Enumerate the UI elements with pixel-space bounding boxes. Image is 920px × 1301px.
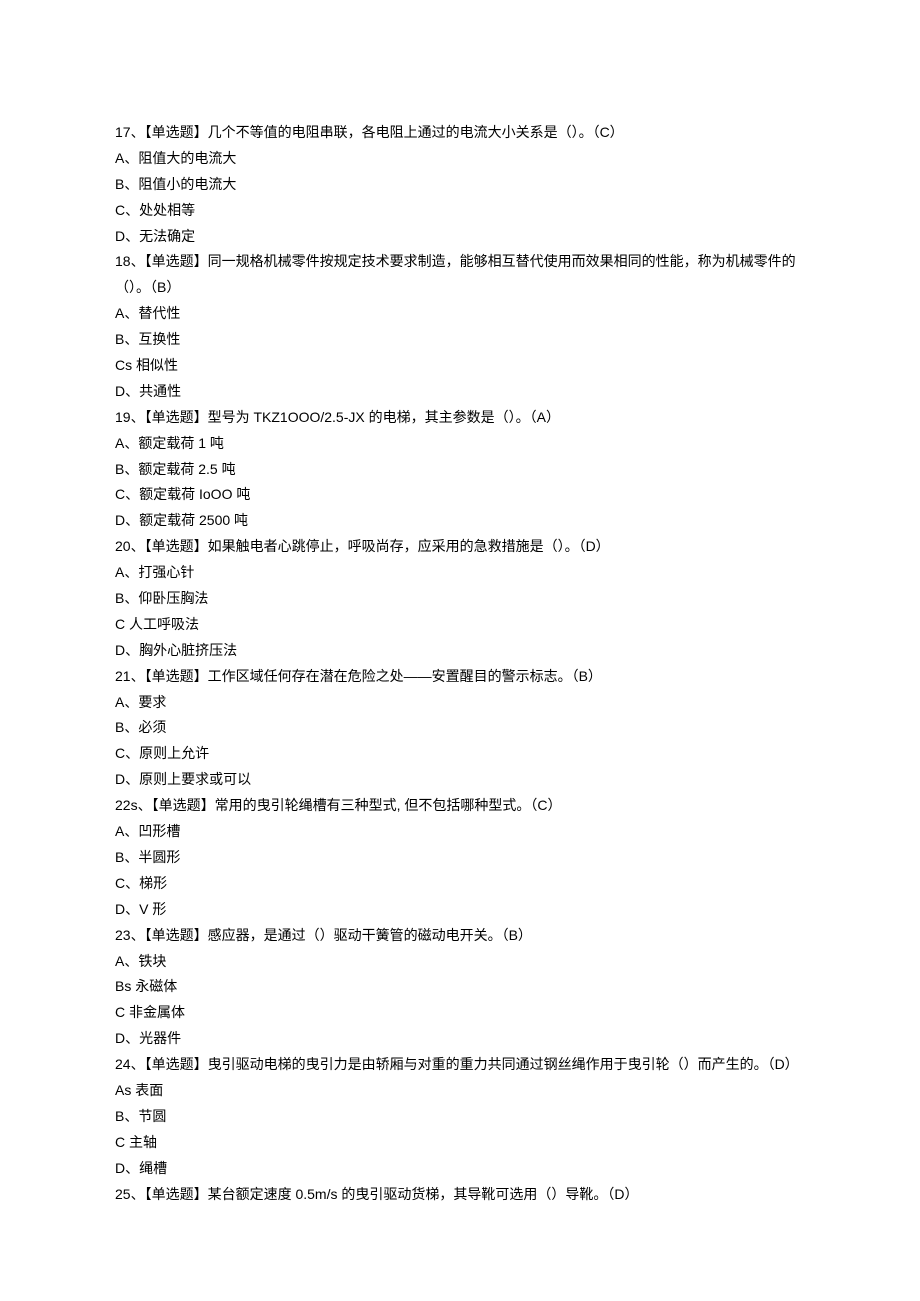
question-block: 25、【单选题】某台额定速度 0.5m/s 的曳引驱动货梯，其导靴可选用（）导靴… bbox=[115, 1182, 805, 1208]
option: C、额定载荷 IoOO 吨 bbox=[115, 482, 805, 508]
question-block: 24、【单选题】曳引驱动电梯的曳引力是由轿厢与对重的重力共同通过钢丝绳作用于曳引… bbox=[115, 1052, 805, 1181]
question-text: 【单选题】常用的曳引轮绳槽有三种型式, 但不包括哪种型式。（C） bbox=[152, 797, 562, 813]
option: D、额定载荷 2500 吨 bbox=[115, 508, 805, 534]
question-separator: 、 bbox=[131, 409, 145, 425]
option: D、无法确定 bbox=[115, 224, 805, 250]
option: As 表面 bbox=[115, 1078, 805, 1104]
option: C、处处相等 bbox=[115, 198, 805, 224]
questions-list: 17、【单选题】几个不等值的电阻串联，各电阻上通过的电流大小关系是（）。（C）A… bbox=[115, 120, 805, 1207]
option: B、互换性 bbox=[115, 327, 805, 353]
option: A、要求 bbox=[115, 690, 805, 716]
option: C 非金属体 bbox=[115, 1000, 805, 1026]
option: Cs 相似性 bbox=[115, 353, 805, 379]
option: D、光器件 bbox=[115, 1026, 805, 1052]
question-text: 【单选题】曳引驱动电梯的曳引力是由轿厢与对重的重力共同通过钢丝绳作用于曳引轮（）… bbox=[145, 1056, 799, 1072]
question-stem: 19、【单选题】型号为 TKZ1OOO/2.5-JX 的电梯，其主参数是（）。（… bbox=[115, 405, 805, 431]
question-number: 19 bbox=[115, 409, 131, 425]
option: B、额定载荷 2.5 吨 bbox=[115, 457, 805, 483]
question-stem: 24、【单选题】曳引驱动电梯的曳引力是由轿厢与对重的重力共同通过钢丝绳作用于曳引… bbox=[115, 1052, 805, 1078]
option: A、额定载荷 1 吨 bbox=[115, 431, 805, 457]
option: C 主轴 bbox=[115, 1130, 805, 1156]
option: A、凹形槽 bbox=[115, 819, 805, 845]
question-text: 【单选题】型号为 TKZ1OOO/2.5-JX 的电梯，其主参数是（）。（A） bbox=[145, 409, 560, 425]
question-stem: 22s、【单选题】常用的曳引轮绳槽有三种型式, 但不包括哪种型式。（C） bbox=[115, 793, 805, 819]
option: C 人工呼吸法 bbox=[115, 612, 805, 638]
question-separator: 、 bbox=[131, 538, 145, 554]
question-stem: 17、【单选题】几个不等值的电阻串联，各电阻上通过的电流大小关系是（）。（C） bbox=[115, 120, 805, 146]
question-separator: 、 bbox=[131, 1056, 145, 1072]
question-block: 21、【单选题】工作区域任何存在潜在危险之处——安置醒目的警示标志。（B）A、要… bbox=[115, 664, 805, 793]
question-separator: 、 bbox=[138, 797, 152, 813]
question-text: 【单选题】几个不等值的电阻串联，各电阻上通过的电流大小关系是（）。（C） bbox=[145, 124, 624, 140]
option: A、打强心针 bbox=[115, 560, 805, 586]
page-container: 17、【单选题】几个不等值的电阻串联，各电阻上通过的电流大小关系是（）。（C）A… bbox=[0, 0, 920, 1301]
question-number: 21 bbox=[115, 668, 131, 684]
question-separator: 、 bbox=[131, 927, 145, 943]
option: B、仰卧压胸法 bbox=[115, 586, 805, 612]
option: D、V 形 bbox=[115, 897, 805, 923]
question-separator: 、 bbox=[131, 124, 145, 140]
question-text: 【单选题】工作区域任何存在潜在危险之处——安置醒目的警示标志。（B） bbox=[145, 668, 602, 684]
question-stem: 20、【单选题】如果触电者心跳停止，呼吸尚存，应采用的急救措施是（）。（D） bbox=[115, 534, 805, 560]
question-text: 【单选题】同一规格机械零件按规定技术要求制造，能够相互替代使用而效果相同的性能，… bbox=[115, 253, 796, 295]
question-number: 22s bbox=[115, 797, 138, 813]
question-separator: 、 bbox=[131, 253, 145, 269]
question-separator: 、 bbox=[131, 668, 145, 684]
option: A、替代性 bbox=[115, 301, 805, 327]
option: D、绳槽 bbox=[115, 1156, 805, 1182]
option: B、节圆 bbox=[115, 1104, 805, 1130]
option: C、原则上允许 bbox=[115, 741, 805, 767]
question-text: 【单选题】某台额定速度 0.5m/s 的曳引驱动货梯，其导靴可选用（）导靴。（D… bbox=[145, 1186, 639, 1202]
question-number: 18 bbox=[115, 253, 131, 269]
option: A、铁块 bbox=[115, 949, 805, 975]
option: D、胸外心脏挤压法 bbox=[115, 638, 805, 664]
question-stem: 25、【单选题】某台额定速度 0.5m/s 的曳引驱动货梯，其导靴可选用（）导靴… bbox=[115, 1182, 805, 1208]
question-text: 【单选题】感应器，是通过（）驱动干簧管的磁动电开关。（B） bbox=[145, 927, 532, 943]
option: B、阻值小的电流大 bbox=[115, 172, 805, 198]
option: A、阻值大的电流大 bbox=[115, 146, 805, 172]
question-separator: 、 bbox=[131, 1186, 145, 1202]
question-block: 18、【单选题】同一规格机械零件按规定技术要求制造，能够相互替代使用而效果相同的… bbox=[115, 249, 805, 404]
question-number: 17 bbox=[115, 124, 131, 140]
question-number: 25 bbox=[115, 1186, 131, 1202]
question-stem: 23、【单选题】感应器，是通过（）驱动干簧管的磁动电开关。（B） bbox=[115, 923, 805, 949]
option: B、必须 bbox=[115, 715, 805, 741]
question-number: 20 bbox=[115, 538, 131, 554]
question-number: 24 bbox=[115, 1056, 131, 1072]
question-block: 23、【单选题】感应器，是通过（）驱动干簧管的磁动电开关。（B）A、铁块Bs 永… bbox=[115, 923, 805, 1052]
option: C、梯形 bbox=[115, 871, 805, 897]
option: B、半圆形 bbox=[115, 845, 805, 871]
option: D、原则上要求或可以 bbox=[115, 767, 805, 793]
question-block: 19、【单选题】型号为 TKZ1OOO/2.5-JX 的电梯，其主参数是（）。（… bbox=[115, 405, 805, 534]
question-stem: 21、【单选题】工作区域任何存在潜在危险之处——安置醒目的警示标志。（B） bbox=[115, 664, 805, 690]
question-number: 23 bbox=[115, 927, 131, 943]
question-block: 20、【单选题】如果触电者心跳停止，呼吸尚存，应采用的急救措施是（）。（D）A、… bbox=[115, 534, 805, 663]
question-stem: 18、【单选题】同一规格机械零件按规定技术要求制造，能够相互替代使用而效果相同的… bbox=[115, 249, 805, 301]
question-block: 17、【单选题】几个不等值的电阻串联，各电阻上通过的电流大小关系是（）。（C）A… bbox=[115, 120, 805, 249]
option: D、共通性 bbox=[115, 379, 805, 405]
question-block: 22s、【单选题】常用的曳引轮绳槽有三种型式, 但不包括哪种型式。（C）A、凹形… bbox=[115, 793, 805, 922]
question-text: 【单选题】如果触电者心跳停止，呼吸尚存，应采用的急救措施是（）。（D） bbox=[145, 538, 610, 554]
option: Bs 永磁体 bbox=[115, 974, 805, 1000]
